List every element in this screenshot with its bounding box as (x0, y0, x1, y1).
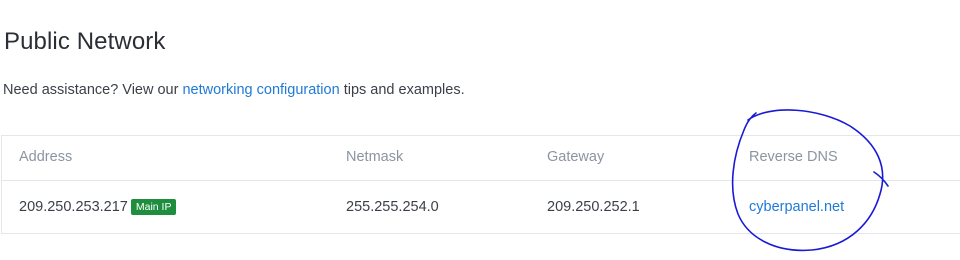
networking-configuration-link[interactable]: networking configuration (182, 82, 339, 98)
reverse-dns-cell: cyberpanel.net (749, 199, 844, 215)
help-text-suffix: tips and examples. (339, 82, 465, 98)
reverse-dns-link[interactable]: cyberpanel.net (749, 199, 844, 215)
main-ip-badge: Main IP (130, 199, 177, 215)
page-title: Public Network (4, 28, 166, 55)
column-header-reverse-dns: Reverse DNS (749, 149, 838, 165)
public-network-panel: Public Network Need assistance? View our… (0, 0, 960, 260)
column-header-netmask: Netmask (346, 149, 404, 165)
table-header: Address Netmask Gateway Reverse DNS (2, 136, 960, 181)
ip-address: 209.250.253.217 (19, 199, 128, 215)
help-text: Need assistance? View our networking con… (3, 82, 465, 98)
column-header-gateway: Gateway (547, 149, 605, 165)
ip-address-table: Address Netmask Gateway Reverse DNS 209.… (1, 135, 960, 234)
table-row: 209.250.253.217 Main IP 255.255.254.0 209… (2, 182, 960, 234)
column-header-address: Address (19, 149, 73, 165)
gateway-cell: 209.250.252.1 (547, 199, 640, 215)
help-text-prefix: Need assistance? View our (3, 82, 183, 98)
address-cell: 209.250.253.217 Main IP (19, 199, 177, 215)
netmask-cell: 255.255.254.0 (346, 199, 439, 215)
